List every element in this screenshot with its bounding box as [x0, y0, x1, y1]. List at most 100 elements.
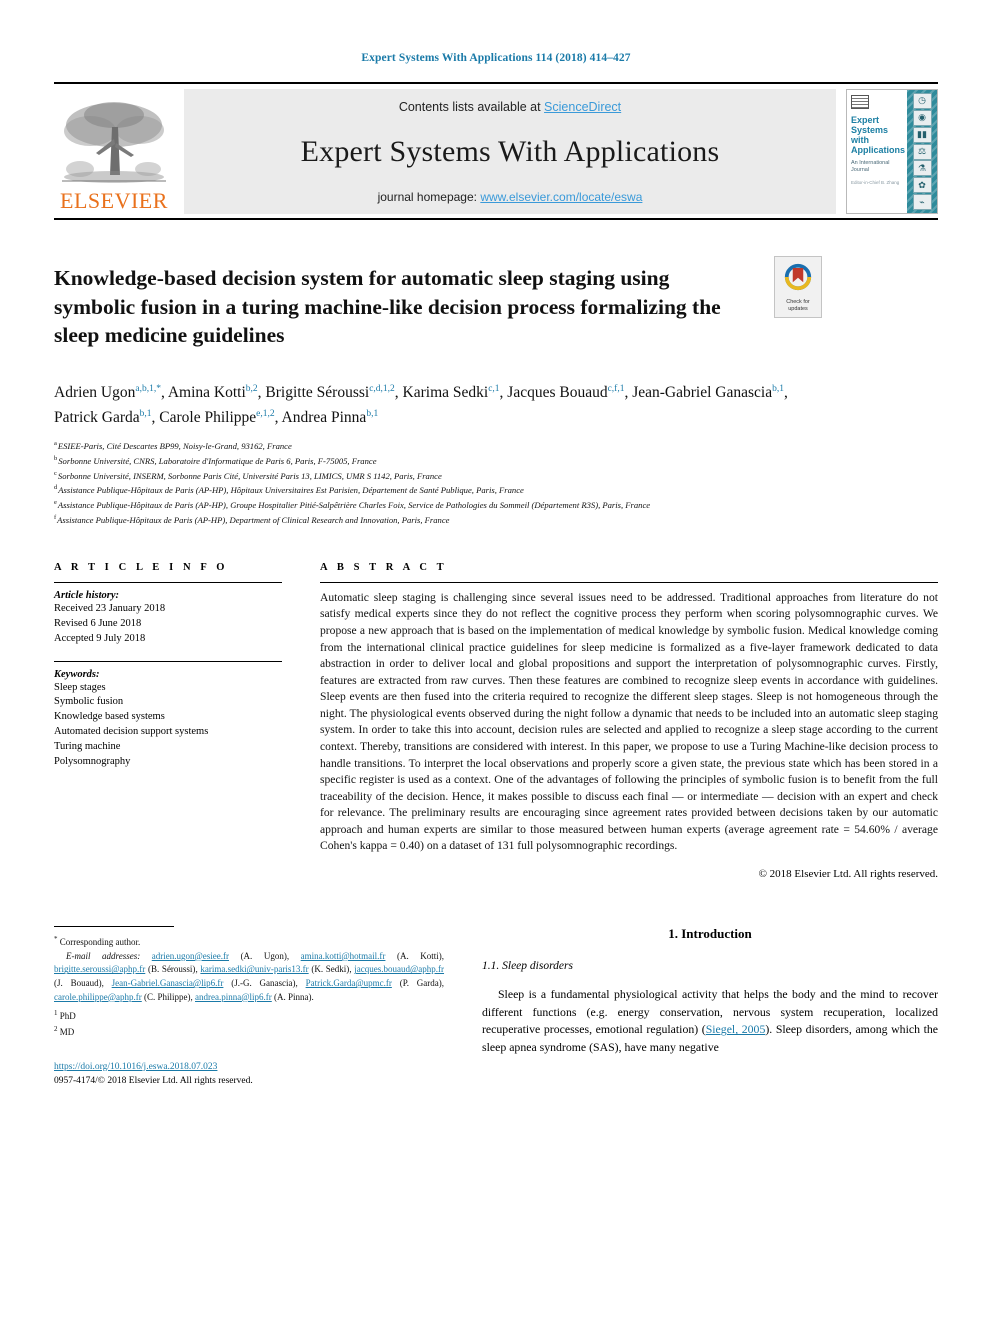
journal-homepage-link[interactable]: www.elsevier.com/locate/eswa [480, 190, 642, 204]
article-history-accepted: Accepted 9 July 2018 [54, 632, 146, 644]
email-link[interactable]: andrea.pinna@lip6.fr [195, 992, 272, 1002]
introduction-subheading: 1.1. Sleep disorders [482, 960, 573, 973]
keyword-item: Knowledge based systems [54, 711, 165, 723]
article-history-received: Received 23 January 2018 [54, 602, 166, 614]
introduction-column: 1. Introduction 1.1. Sleep disorders Sle… [482, 926, 938, 1088]
abstract-rule [320, 581, 938, 583]
keyword-item: Turing machine [54, 741, 121, 753]
homepage-prefix: journal homepage: [377, 190, 481, 204]
citation-link[interactable]: Siegel, 2005 [706, 1022, 766, 1036]
email-link[interactable]: carole.philippe@aphp.fr [54, 992, 142, 1002]
article-history-revised: Revised 6 June 2018 [54, 617, 142, 629]
footnote-text-1: PhD [59, 1011, 76, 1022]
sciencedirect-link[interactable]: ScienceDirect [544, 100, 621, 114]
affiliation-text-c: Sorbonne Université, INSERM, Sorbonne Pa… [57, 470, 442, 481]
masthead-center: Contents lists available at ScienceDirec… [184, 89, 836, 214]
gear-icon: ✿ [912, 177, 932, 194]
globe-icon: ◉ [912, 109, 932, 126]
cover-publisher-mark-icon [851, 95, 869, 109]
email-link[interactable]: amina.kotti@hotmail.fr [301, 951, 386, 961]
affiliation-b: bSorbonne Université, CNRS, Laboratoire … [54, 454, 938, 469]
affiliation-e: eAssistance Publique-Hôpitaux de Paris (… [54, 498, 938, 513]
info-abstract-row: A R T I C L E I N F O Article history: R… [54, 562, 938, 880]
cover-icon-strip: ◷ ◉ ▮▮ ⚖ ⚗ ✿ ⌁ [907, 90, 937, 213]
email-link[interactable]: Patrick.Garda@upmc.fr [306, 978, 392, 988]
affiliation-d: dAssistance Publique-Hôpitaux de Paris (… [54, 483, 938, 498]
abstract-text: Automatic sleep staging is challenging s… [320, 590, 938, 853]
email-link[interactable]: brigitte.seroussi@aphp.fr [54, 964, 145, 974]
affiliation-text-d: Assistance Publique-Hôpitaux de Paris (A… [58, 485, 524, 496]
masthead-bottom-rule [54, 218, 938, 220]
article-info-rule-top [54, 581, 282, 583]
keyword-item: Automated decision support systems [54, 726, 209, 738]
crossmark-logo-icon [784, 263, 812, 291]
email-link[interactable]: Jean-Gabriel.Ganascia@lip6.fr [112, 978, 224, 988]
abstract-heading: A B S T R A C T [320, 561, 448, 573]
email-owner: (C. Philippe) [144, 991, 191, 1002]
journal-title: Expert Systems With Applications [300, 135, 720, 168]
email-link[interactable]: karima.sedki@univ-paris13.fr [200, 964, 308, 974]
paper-title: Knowledge-based decision system for auto… [54, 266, 721, 348]
affiliation-text-a: ESIEE-Paris, Cité Descartes BP99, Noisy-… [57, 440, 292, 451]
journal-masthead: ELSEVIER Contents lists available at Sci… [54, 82, 938, 214]
footnote-phd: 1 PhD [54, 1008, 444, 1024]
affiliation-text-f: Assistance Publique-Hôpitaux de Paris (A… [57, 514, 450, 525]
email-owner: (J.-G. Ganascia) [231, 978, 296, 989]
contents-prefix: Contents lists available at [398, 100, 545, 114]
abstract-column: A B S T R A C T Automatic sleep staging … [320, 562, 938, 880]
footnote-text-2: MD [59, 1027, 75, 1038]
affiliation-f: fAssistance Publique-Hôpitaux de Paris (… [54, 513, 938, 528]
contents-line: Contents lists available at ScienceDirec… [399, 100, 621, 114]
affiliation-list: aESIEE-Paris, Cité Descartes BP99, Noisy… [54, 439, 938, 528]
corresponding-author-note: * Corresponding author. [54, 934, 444, 950]
affiliation-c: cSorbonne Université, INSERM, Sorbonne P… [54, 469, 938, 484]
doi-block: https://doi.org/10.1016/j.eswa.2018.07.0… [54, 1060, 444, 1089]
cover-title: Expert Systems with Applications [851, 115, 906, 156]
introduction-paragraph: Sleep is a fundamental physiological act… [482, 986, 938, 1057]
article-page: Expert Systems With Applications 114 (20… [0, 0, 992, 1323]
email-owner: (A. Ugon) [240, 950, 287, 961]
keyword-item: Symbolic fusion [54, 696, 124, 708]
doi-link[interactable]: https://doi.org/10.1016/j.eswa.2018.07.0… [54, 1062, 217, 1072]
chart-icon: ▮▮ [912, 126, 932, 143]
email-owner: (B. Séroussi) [147, 964, 196, 975]
cover-extra: Editor-in-Chief B. Zhang [851, 180, 900, 186]
keywords-rule [54, 660, 282, 662]
cover-left-panel: Expert Systems with Applications An Inte… [847, 90, 907, 213]
keywords-label: Keywords: [54, 668, 100, 680]
corresponding-marker: * [54, 935, 58, 944]
keyword-item: Sleep stages [54, 681, 106, 693]
elsevier-wordmark: ELSEVIER [60, 188, 168, 213]
crossmark-line1: Check for [786, 299, 810, 305]
issn-copyright: 0957-4174/© 2018 Elsevier Ltd. All right… [54, 1076, 253, 1087]
elsevier-logo: ELSEVIER [54, 89, 174, 214]
article-history-label: Article history: [54, 589, 120, 601]
flask-icon: ⌁ [912, 194, 932, 211]
corresponding-text: Corresponding author. [59, 937, 141, 948]
footnote-marker-2: 2 [54, 1025, 58, 1034]
microscope-icon: ⚗ [912, 160, 932, 177]
journal-cover-thumbnail: Expert Systems with Applications An Inte… [846, 89, 938, 214]
email-owner: (P. Garda) [399, 978, 442, 989]
article-info-column: A R T I C L E I N F O Article history: R… [54, 562, 282, 880]
crossmark-badge[interactable]: Check for updates [774, 256, 822, 318]
email-link[interactable]: adrien.ugon@esiee.fr [152, 951, 229, 961]
article-info-heading: A R T I C L E I N F O [54, 561, 229, 573]
affiliation-text-e: Assistance Publique-Hôpitaux de Paris (A… [57, 500, 651, 511]
email-owner: (J. Bouaud) [54, 978, 102, 989]
introduction-heading: 1. Introduction [668, 926, 752, 942]
affiliation-a: aESIEE-Paris, Cité Descartes BP99, Noisy… [54, 439, 938, 454]
keyword-item: Polysomnography [54, 756, 131, 768]
scales-icon: ⚖ [912, 143, 932, 160]
title-block: Knowledge-based decision system for auto… [54, 250, 938, 364]
running-head: Expert Systems With Applications 114 (20… [361, 52, 631, 64]
email-label: E-mail addresses: [66, 950, 141, 961]
email-addresses-note: E-mail addresses: adrien.ugon@esiee.fr (… [54, 950, 445, 1002]
elsevier-tree-icon [62, 102, 166, 183]
email-owner: (A. Kotti) [396, 950, 442, 961]
email-owner: (A. Pinna) [274, 991, 312, 1002]
email-owner: (K. Sedki) [311, 964, 350, 975]
email-link[interactable]: jacques.bouaud@aphp.fr [354, 964, 444, 974]
cover-subtitle: An International Journal [851, 160, 890, 174]
affiliation-text-b: Sorbonne Université, CNRS, Laboratoire d… [58, 455, 377, 466]
